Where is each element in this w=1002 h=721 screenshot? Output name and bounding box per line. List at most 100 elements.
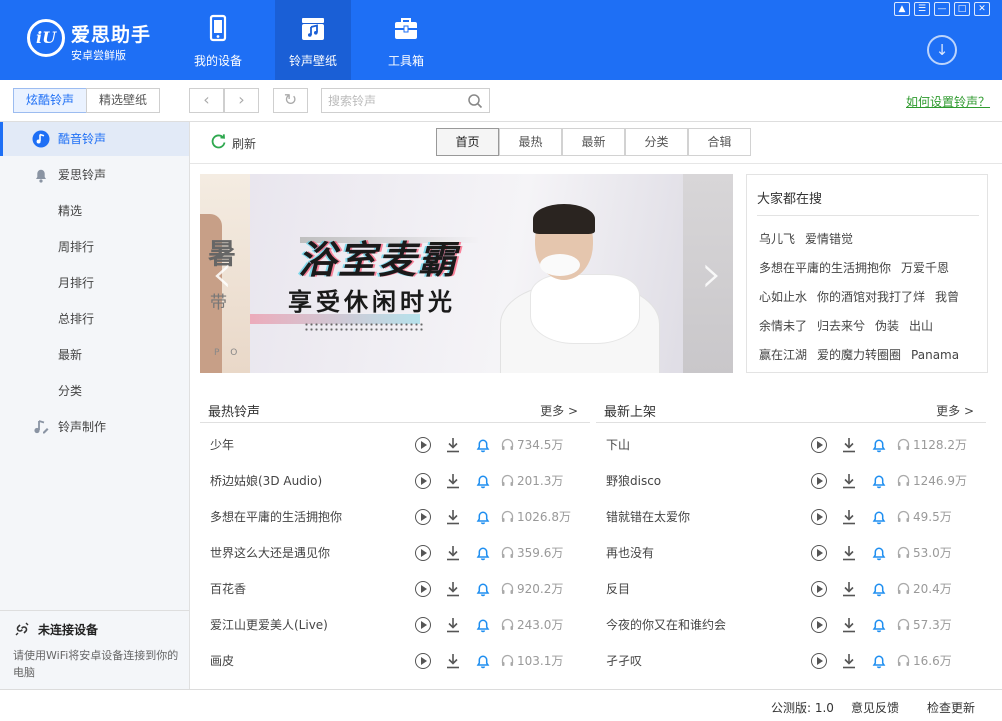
chevron-left-icon[interactable]: ‹ xyxy=(204,244,240,304)
play-icon[interactable] xyxy=(811,509,827,525)
tab-category[interactable]: 分类 xyxy=(625,128,688,156)
song-row[interactable]: 野狼disco 1246.9万 xyxy=(596,463,986,499)
tab-newest[interactable]: 最新 xyxy=(562,128,625,156)
skin-icon[interactable]: ▲ xyxy=(894,2,910,16)
set-ringtone-bell-icon[interactable] xyxy=(871,617,887,633)
hot-search-term[interactable]: 心如止水 xyxy=(759,290,807,304)
tab-collection[interactable]: 合辑 xyxy=(688,128,751,156)
set-ringtone-bell-icon[interactable] xyxy=(475,437,491,453)
hot-search-term[interactable]: 伪装 xyxy=(875,319,899,333)
play-icon[interactable] xyxy=(415,653,431,669)
segment-wallpapers[interactable]: 精选壁纸 xyxy=(86,88,160,113)
download-icon[interactable] xyxy=(446,545,460,561)
search-input[interactable] xyxy=(322,89,462,112)
song-row[interactable]: 百花香 920.2万 xyxy=(200,571,590,607)
hot-search-term[interactable]: 赢在江湖 xyxy=(759,348,807,362)
download-icon[interactable] xyxy=(842,437,856,453)
set-ringtone-bell-icon[interactable] xyxy=(871,545,887,561)
sidebar-item-overall[interactable]: 总排行 xyxy=(0,302,189,336)
how-to-set-ringtone-link[interactable]: 如何设置铃声？ xyxy=(906,93,990,110)
download-icon[interactable] xyxy=(842,509,856,525)
download-manager-icon[interactable]: ↓ xyxy=(927,35,957,65)
song-row[interactable]: 桥边姑娘(3D Audio) 201.3万 xyxy=(200,463,590,499)
song-row[interactable]: 下山 1128.2万 xyxy=(596,427,986,463)
download-icon[interactable] xyxy=(842,545,856,561)
song-row[interactable]: 再也没有 53.0万 xyxy=(596,535,986,571)
play-icon[interactable] xyxy=(811,617,827,633)
play-icon[interactable] xyxy=(415,617,431,633)
download-icon[interactable] xyxy=(446,473,460,489)
play-icon[interactable] xyxy=(415,473,431,489)
set-ringtone-bell-icon[interactable] xyxy=(475,653,491,669)
more-link[interactable]: 更多 xyxy=(540,402,578,419)
sidebar-item-kuyin[interactable]: 酷音铃声 xyxy=(0,122,189,156)
download-icon[interactable] xyxy=(842,617,856,633)
set-ringtone-bell-icon[interactable] xyxy=(475,581,491,597)
back-icon[interactable]: ‹ xyxy=(189,88,224,113)
banner-carousel[interactable]: 浴室麦霸 享受休闲时光 暑 带 P O ‹ › xyxy=(200,174,733,373)
song-row[interactable]: 爱江山更爱美人(Live) 243.0万 xyxy=(200,607,590,643)
sidebar-item-category[interactable]: 分类 xyxy=(0,374,189,408)
nav-ringtones-wallpapers[interactable]: 铃声壁纸 xyxy=(275,0,351,80)
set-ringtone-bell-icon[interactable] xyxy=(871,653,887,669)
sidebar-item-monthly[interactable]: 月排行 xyxy=(0,266,189,300)
set-ringtone-bell-icon[interactable] xyxy=(475,545,491,561)
sidebar-item-newest[interactable]: 最新 xyxy=(0,338,189,372)
play-icon[interactable] xyxy=(811,545,827,561)
reload-icon[interactable]: ↻ xyxy=(273,88,308,113)
more-link[interactable]: 更多 xyxy=(936,402,974,419)
song-row[interactable]: 少年 734.5万 xyxy=(200,427,590,463)
segment-cool-ringtones[interactable]: 炫酷铃声 xyxy=(13,88,87,113)
download-icon[interactable] xyxy=(446,617,460,633)
play-icon[interactable] xyxy=(415,581,431,597)
minimize-icon[interactable]: — xyxy=(934,2,950,16)
play-icon[interactable] xyxy=(811,581,827,597)
search-icon[interactable] xyxy=(467,93,483,109)
set-ringtone-bell-icon[interactable] xyxy=(871,509,887,525)
settings-icon[interactable]: ☰ xyxy=(914,2,930,16)
song-row[interactable]: 画皮 103.1万 xyxy=(200,643,590,679)
set-ringtone-bell-icon[interactable] xyxy=(475,617,491,633)
download-icon[interactable] xyxy=(446,437,460,453)
sidebar-item-ringtone-maker[interactable]: 铃声制作 xyxy=(0,410,189,444)
set-ringtone-bell-icon[interactable] xyxy=(871,473,887,489)
download-icon[interactable] xyxy=(446,653,460,669)
play-icon[interactable] xyxy=(415,437,431,453)
check-update-link[interactable]: 检查更新 xyxy=(927,699,975,716)
set-ringtone-bell-icon[interactable] xyxy=(475,509,491,525)
hot-search-term[interactable]: 多想在平庸的生活拥抱你 xyxy=(759,261,891,275)
play-icon[interactable] xyxy=(811,473,827,489)
chevron-right-icon[interactable]: › xyxy=(694,244,730,304)
hot-search-term[interactable]: 你的酒馆对我打了烊 xyxy=(817,290,925,304)
play-icon[interactable] xyxy=(811,653,827,669)
sidebar-item-weekly[interactable]: 周排行 xyxy=(0,230,189,264)
download-icon[interactable] xyxy=(446,581,460,597)
set-ringtone-bell-icon[interactable] xyxy=(871,437,887,453)
hot-search-term[interactable]: 爱的魔力转圈圈 xyxy=(817,348,901,362)
hot-search-term[interactable]: 乌儿飞 xyxy=(759,232,795,246)
play-icon[interactable] xyxy=(811,437,827,453)
hot-search-term[interactable]: 出山 xyxy=(909,319,933,333)
hot-search-term[interactable]: 爱情错觉 xyxy=(805,232,853,246)
play-icon[interactable] xyxy=(415,545,431,561)
sidebar-item-i4-ringtones[interactable]: 爱思铃声 xyxy=(0,158,189,192)
download-icon[interactable] xyxy=(842,581,856,597)
song-row[interactable]: 反目 20.4万 xyxy=(596,571,986,607)
set-ringtone-bell-icon[interactable] xyxy=(475,473,491,489)
song-row[interactable]: 错就错在太爱你 49.5万 xyxy=(596,499,986,535)
hot-search-term[interactable]: 归去来兮 xyxy=(817,319,865,333)
song-row[interactable]: 多想在平庸的生活拥抱你 1026.8万 xyxy=(200,499,590,535)
download-icon[interactable] xyxy=(446,509,460,525)
song-row[interactable]: 世界这么大还是遇见你 359.6万 xyxy=(200,535,590,571)
set-ringtone-bell-icon[interactable] xyxy=(871,581,887,597)
sidebar-item-featured[interactable]: 精选 xyxy=(0,194,189,228)
hot-search-term[interactable]: 我曾 xyxy=(935,290,959,304)
hot-search-term[interactable]: Panama xyxy=(911,348,959,362)
nav-my-device[interactable]: 我的设备 xyxy=(180,0,256,80)
song-row[interactable]: 孑孑叹 16.6万 xyxy=(596,643,986,679)
nav-toolbox[interactable]: 工具箱 xyxy=(368,0,444,80)
forward-icon[interactable]: › xyxy=(224,88,259,113)
song-row[interactable]: 今夜的你又在和谁约会 57.3万 xyxy=(596,607,986,643)
play-icon[interactable] xyxy=(415,509,431,525)
download-icon[interactable] xyxy=(842,653,856,669)
